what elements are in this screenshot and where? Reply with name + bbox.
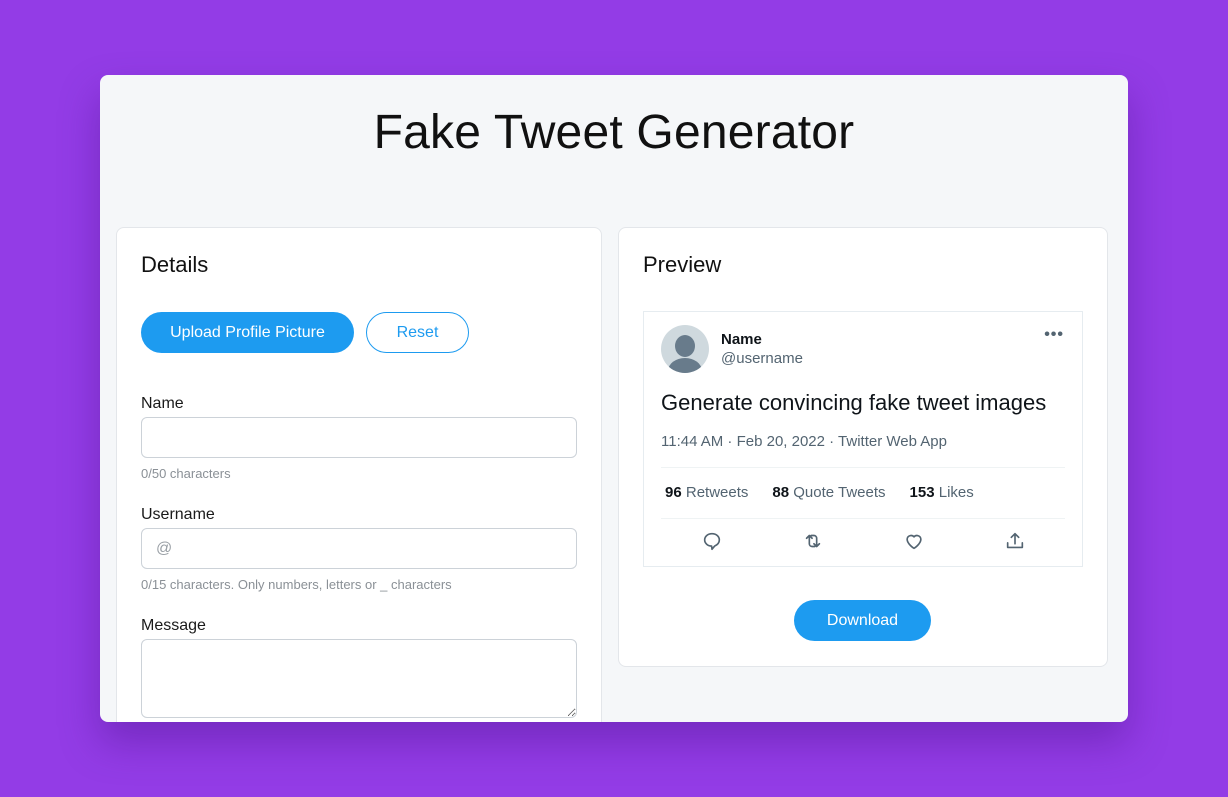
- name-label: Name: [141, 395, 184, 412]
- tweet-text: Generate convincing fake tweet images: [661, 390, 1047, 415]
- app-window: Fake Tweet Generator Details Upload Prof…: [100, 75, 1128, 722]
- details-panel: Details Upload Profile Picture Reset Nam…: [116, 227, 602, 722]
- message-label: Message: [141, 617, 206, 634]
- like-icon[interactable]: [903, 530, 925, 552]
- reply-icon[interactable]: [701, 530, 723, 552]
- download-button[interactable]: Download: [794, 600, 931, 641]
- share-icon[interactable]: [1004, 530, 1026, 552]
- avatar-head-shape: [675, 335, 695, 357]
- page-title: Fake Tweet Generator: [373, 106, 855, 159]
- tweet-actions: [661, 530, 1065, 556]
- username-label: Username: [141, 506, 215, 523]
- more-horizontal-icon[interactable]: •••: [1044, 326, 1064, 344]
- quote-tweets-stat: 88 Quote Tweets: [772, 484, 886, 501]
- name-input[interactable]: [141, 417, 577, 458]
- tweet-display-name: Name: [721, 331, 762, 348]
- tweet-username: @username: [721, 350, 803, 367]
- username-hint: 0/15 characters. Only numbers, letters o…: [141, 577, 452, 592]
- avatar: [661, 325, 709, 373]
- tweet-stats: 96 Retweets 88 Quote Tweets 153 Likes: [665, 484, 974, 501]
- avatar-body-shape: [668, 358, 702, 373]
- preview-heading: Preview: [643, 252, 722, 277]
- tweet-preview-card: Name @username ••• Generate convincing f…: [643, 311, 1083, 567]
- details-heading: Details: [141, 252, 209, 277]
- username-input[interactable]: [141, 528, 577, 569]
- preview-panel: Preview Name @username ••• Generate conv…: [618, 227, 1108, 667]
- upload-profile-picture-button[interactable]: Upload Profile Picture: [141, 312, 354, 353]
- divider: [661, 467, 1065, 468]
- retweet-icon[interactable]: [802, 530, 824, 552]
- retweets-stat: 96 Retweets: [665, 484, 749, 501]
- tweet-meta: 11:44 AM · Feb 20, 2022 · Twitter Web Ap…: [661, 433, 947, 450]
- divider: [661, 518, 1065, 519]
- reset-button[interactable]: Reset: [366, 312, 469, 353]
- name-hint: 0/50 characters: [141, 466, 231, 481]
- likes-stat: 153 Likes: [909, 484, 974, 501]
- message-textarea[interactable]: [141, 639, 577, 718]
